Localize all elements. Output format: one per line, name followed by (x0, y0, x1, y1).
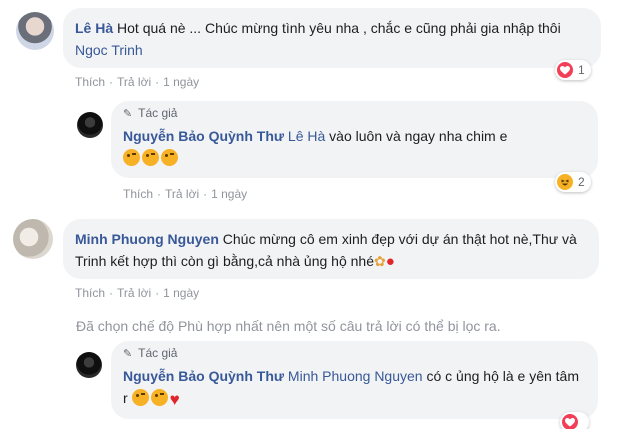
author-badge-label: Tác giả (138, 346, 178, 360)
separator-dot: · (157, 187, 162, 201)
comment-bubble: Minh Phuong Nguyen Chúc mừng cô em xinh … (63, 219, 599, 279)
reaction-summary[interactable] (560, 412, 589, 429)
red-heart-icon: ♥ (169, 390, 180, 409)
filter-notice: Đã chọn chế độ Phù hợp nhất nên một số c… (76, 318, 501, 334)
avatar[interactable] (77, 112, 103, 138)
comment-actions: Thích · Trả lời · 1 ngày (75, 74, 199, 90)
avatar[interactable] (16, 12, 54, 50)
separator-dot: · (109, 75, 114, 89)
reaction-summary[interactable]: 2 (555, 172, 591, 192)
winking-face-icon (123, 149, 140, 166)
separator-dot: · (109, 286, 114, 300)
like-link[interactable]: Thích (75, 286, 105, 300)
reply-link[interactable]: Trả lời (165, 187, 199, 201)
separator-dot: · (155, 286, 160, 300)
comment-author[interactable]: Nguyễn Bảo Quỳnh Thư (123, 128, 284, 144)
laughing-face-icon (131, 389, 149, 406)
author-badge: ✎ Tác giả (123, 345, 586, 361)
haha-icon (557, 174, 573, 190)
comment-bubble: ✎ Tác giả Nguyễn Bảo Quỳnh Thư Minh Phuo… (111, 341, 598, 419)
pencil-icon: ✎ (123, 108, 133, 120)
winking-face-icon (161, 149, 178, 166)
reaction-count: 1 (578, 63, 585, 77)
reply-link[interactable]: Trả lời (117, 286, 151, 300)
comment-mention[interactable]: Minh Phuong Nguyen (288, 368, 423, 384)
avatar[interactable] (76, 352, 102, 378)
author-badge-label: Tác giả (138, 106, 178, 120)
heart-icon (562, 414, 578, 429)
comment-text: Hot quá nè ... Chúc mừng tình yêu nha , … (117, 20, 561, 36)
winking-face-icon (142, 149, 159, 166)
comment-bubble: Lê Hà Hot quá nè ... Chúc mừng tình yêu … (63, 8, 601, 68)
separator-dot: · (155, 75, 160, 89)
reaction-count: 2 (578, 175, 585, 189)
comment-author[interactable]: Nguyễn Bảo Quỳnh Thư (123, 368, 284, 384)
separator-dot: · (203, 187, 208, 201)
reply-link[interactable]: Trả lời (117, 75, 151, 89)
avatar[interactable] (13, 219, 53, 259)
pencil-icon: ✎ (123, 348, 133, 360)
kissing-face-icon (150, 389, 168, 406)
author-badge: ✎ Tác giả (123, 105, 586, 121)
balloon-icon: ● (385, 253, 395, 270)
comment-timestamp[interactable]: 1 ngày (163, 75, 199, 89)
comment-actions: Thích · Trả lời · 1 ngày (123, 186, 247, 202)
heart-icon (557, 62, 573, 78)
comment-timestamp[interactable]: 1 ngày (163, 286, 199, 300)
comment-timestamp[interactable]: 1 ngày (211, 187, 247, 201)
like-link[interactable]: Thích (123, 187, 153, 201)
comment-mention[interactable]: Lê Hà (288, 128, 325, 144)
comment-actions: Thích · Trả lời · 1 ngày (75, 285, 199, 301)
comment-text: vào luôn và ngay nha chim e (329, 128, 508, 144)
comment-bubble: ✎ Tác giả Nguyễn Bảo Quỳnh Thư Lê Hà vào… (111, 101, 598, 178)
reaction-summary[interactable]: 1 (555, 60, 591, 80)
party-popper-icon: ✿ (373, 253, 386, 269)
like-link[interactable]: Thích (75, 75, 105, 89)
comment-author[interactable]: Minh Phuong Nguyen (75, 231, 219, 247)
comment-author[interactable]: Lê Hà (75, 20, 113, 36)
comment-mention[interactable]: Ngoc Trinh (75, 42, 143, 58)
